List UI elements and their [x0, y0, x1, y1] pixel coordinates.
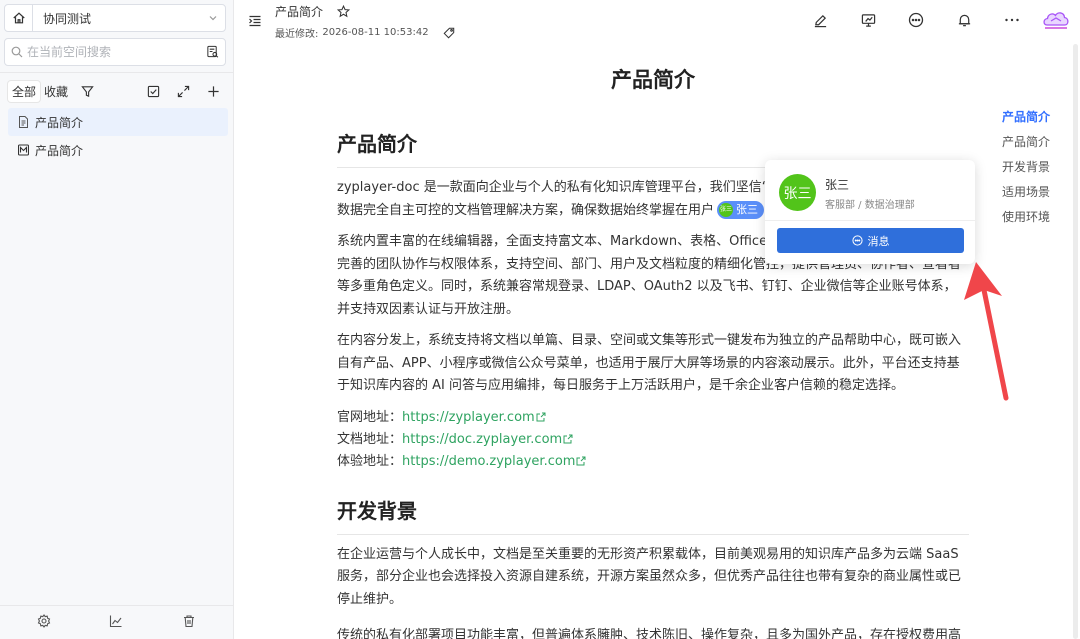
header-actions	[796, 0, 1080, 40]
star-icon[interactable]	[337, 5, 351, 18]
tree-item[interactable]: 产品简介	[8, 136, 228, 164]
official-site-link[interactable]: https://zyplayer.com	[402, 410, 535, 425]
user-popover: 张三 张三 客服部 / 数据治理部 消息	[765, 160, 975, 264]
outline-toggle-icon[interactable]	[248, 13, 262, 32]
meta-label: 最近修改:	[275, 29, 319, 40]
outline-item[interactable]: 产品简介	[1002, 108, 1072, 133]
message-button[interactable]: 消息	[777, 228, 964, 253]
demo-site-link[interactable]: https://demo.zyplayer.com	[402, 454, 575, 469]
outline-item[interactable]: 适用场景	[1002, 183, 1072, 208]
tree-toolbar: 全部 收藏	[8, 80, 228, 102]
search-input[interactable]	[23, 45, 206, 59]
avatar: 张三	[719, 203, 734, 217]
markdown-icon	[18, 144, 29, 156]
meta-time: 2026-08-11 10:53:42	[322, 27, 429, 38]
paragraph: 在内容分发上，系统支持将文档以单篇、目录、空间或文集等形式一键发布为独立的产品帮…	[337, 333, 962, 393]
doc-meta: 最近修改: 2026-08-11 10:53:42	[275, 25, 455, 40]
space-search[interactable]	[4, 38, 226, 66]
tab-all[interactable]: 全部	[8, 80, 41, 102]
expand-icon[interactable]	[168, 85, 198, 98]
outline-item[interactable]: 使用环境	[1002, 208, 1072, 233]
edit-icon[interactable]	[796, 13, 844, 28]
link-line: 文档地址：https://doc.zyplayer.com	[337, 429, 969, 451]
tree-item-label: 产品简介	[35, 143, 84, 158]
tree-item[interactable]: 产品简介	[8, 108, 228, 136]
search-filter-icon[interactable]	[206, 43, 219, 62]
doc-tree: 产品简介 产品简介	[8, 108, 228, 164]
outline-item[interactable]: 产品简介	[1002, 133, 1072, 158]
paragraph: 在企业运营与个人成长中，文档是至关重要的无形资产积累载体，目前美观易用的知识库产…	[337, 546, 962, 607]
docs-site-link[interactable]: https://doc.zyplayer.com	[402, 432, 562, 447]
settings-icon[interactable]	[37, 613, 51, 632]
add-icon[interactable]	[198, 85, 228, 98]
link-line: 体验地址：https://demo.zyplayer.com	[337, 451, 969, 473]
link-line: 官网地址：https://zyplayer.com	[337, 407, 969, 429]
space-selector[interactable]: 协同测试	[4, 4, 226, 32]
home-icon[interactable]	[5, 5, 33, 31]
filter-icon[interactable]	[72, 85, 102, 98]
avatar: 张三	[779, 174, 816, 211]
page-title: 产品简介	[611, 68, 695, 92]
chart-icon[interactable]	[109, 613, 123, 632]
sidebar: 协同测试 全部 收藏 产品简介	[0, 0, 234, 639]
space-name: 协同测试	[43, 11, 92, 26]
user-mention[interactable]: 张三 张三	[717, 201, 765, 219]
user-name: 张三	[825, 178, 850, 192]
present-icon[interactable]	[844, 13, 892, 28]
trash-icon[interactable]	[182, 613, 196, 632]
doc-header: 产品简介 最近修改: 2026-08-11 10:53:42	[234, 0, 1080, 44]
search-icon	[11, 43, 23, 62]
bell-icon[interactable]	[940, 13, 988, 28]
chevron-down-icon[interactable]	[201, 13, 225, 23]
document-icon	[19, 116, 28, 128]
checkbox-select-icon[interactable]	[138, 85, 168, 98]
tree-item-label: 产品简介	[35, 115, 84, 130]
comment-icon[interactable]	[892, 12, 940, 28]
paragraph: 传统的私有化部署项目功能丰富，但普遍体系臃肿、技术陈旧、操作复杂，且多为国外产品…	[337, 628, 962, 639]
section-heading: 开发背景	[337, 495, 969, 535]
link-list: 官网地址：https://zyplayer.com 文档地址：https://d…	[337, 407, 969, 473]
more-icon[interactable]	[988, 18, 1036, 22]
external-link-icon	[576, 456, 586, 465]
annotation-arrow-icon	[964, 262, 1009, 401]
doc-outline: 产品简介 产品简介 开发背景 适用场景 使用环境	[1002, 108, 1072, 233]
scrollbar[interactable]	[1073, 44, 1078, 639]
doc-content: 产品简介 产品简介 zyplayer-doc 是一款面向企业与个人的私有化知识库…	[337, 60, 969, 639]
sidebar-footer	[0, 605, 233, 639]
user-department: 客服部 / 数据治理部	[825, 200, 915, 211]
tag-icon[interactable]	[443, 27, 455, 39]
doc-title: 产品简介	[275, 5, 324, 19]
brand-logo-icon[interactable]	[1036, 9, 1076, 31]
outline-item[interactable]: 开发背景	[1002, 158, 1072, 183]
tab-favorites[interactable]: 收藏	[40, 81, 72, 102]
external-link-icon	[563, 434, 573, 443]
external-link-icon	[536, 412, 546, 421]
chat-icon	[851, 235, 863, 246]
sidebar-divider	[0, 72, 233, 73]
